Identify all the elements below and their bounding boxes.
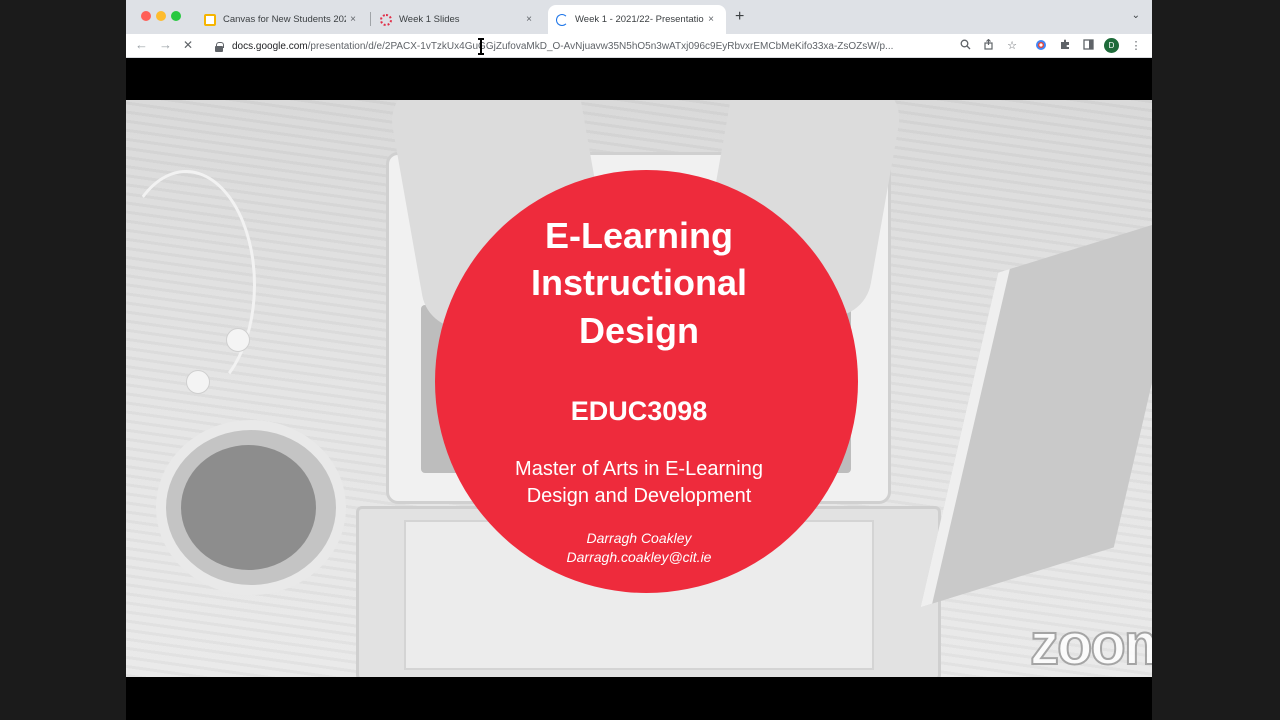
close-window-button[interactable] [141,11,151,21]
share-icon[interactable] [981,38,995,53]
tab-canvas-new-students[interactable]: Canvas for New Students 2021 × [196,5,368,34]
author-name: Darragh Coakley [586,530,692,546]
url-path: /presentation/d/e/2PACX-1vTzkUx4GuGGjZuf… [307,40,894,52]
browser-tab-strip: Canvas for New Students 2021 × Week 1 Sl… [126,0,1152,34]
forward-arrow-icon[interactable]: → [159,38,172,52]
close-icon[interactable]: × [346,14,360,25]
extensions-puzzle-icon[interactable] [1058,39,1072,53]
loading-icon [556,13,568,26]
url-host: docs.google.com [232,40,308,52]
back-arrow-icon[interactable]: ← [135,38,148,52]
close-icon[interactable]: × [522,14,536,25]
slide-title-line-3: Design [578,310,700,351]
tab-week1-presentation[interactable]: Week 1 - 2021/22- Presentation × [548,5,726,34]
screen-share-frame: Canvas for New Students 2021 × Week 1 Sl… [126,0,1152,720]
close-icon[interactable]: × [704,14,718,25]
slide-title-line-2: Instructional [530,262,748,303]
minimize-window-button[interactable] [156,11,166,21]
zoom-magnifier-icon[interactable] [958,39,972,53]
zoom-watermark-logo: zoom [1029,612,1152,677]
presentation-slide: E-Learning Instructional Design EDUC3098… [126,100,1152,677]
tab-week1-slides[interactable]: Week 1 Slides × [372,5,544,34]
browser-toolbar: ← → ✕ docs.google.com/presentation/d/e/2… [126,34,1152,58]
ibeam-cursor-icon [478,38,484,55]
tab-title: Week 1 - 2021/22- Presentation [575,14,704,25]
address-bar[interactable]: docs.google.com/presentation/d/e/2PACX-1… [206,36,1026,56]
maximize-window-button[interactable] [171,11,181,21]
earbud-image [186,370,210,394]
profile-avatar[interactable]: D [1104,38,1119,53]
tab-title: Canvas for New Students 2021 [223,14,346,25]
tab-separator [370,12,371,26]
more-menu-icon[interactable]: ⋮ [1129,39,1143,53]
canvas-icon [380,13,392,26]
google-slides-icon [204,13,216,26]
program-name-line-2: Design and Development [526,485,752,507]
slide-title-line-1: E-Learning [544,215,733,256]
program-name-line-1: Master of Arts in E-Learning [515,458,763,480]
bookmark-star-icon[interactable]: ☆ [1005,39,1019,53]
author-email: Darragh.coakley@cit.ie [566,549,712,565]
stop-loading-icon[interactable]: ✕ [183,38,193,52]
course-code: EDUC3098 [570,396,708,426]
lock-icon[interactable] [215,41,224,52]
tab-search-chevron-icon[interactable]: ⌄ [1132,10,1140,21]
side-panel-icon[interactable] [1081,39,1095,53]
extension-color-icon[interactable] [1034,39,1048,53]
new-tab-button[interactable]: + [735,9,744,25]
tab-title: Week 1 Slides [399,14,460,25]
